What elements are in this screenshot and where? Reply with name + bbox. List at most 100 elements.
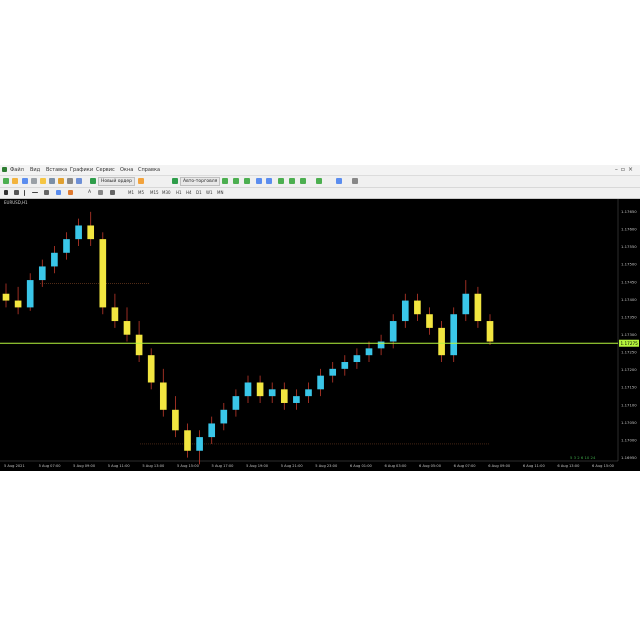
strategy-tester-icon[interactable]: [58, 178, 64, 184]
terminal-icon[interactable]: [49, 178, 55, 184]
bull-candle: [365, 348, 373, 356]
bull-candle: [305, 389, 312, 397]
price-axis-label: 1.17150: [621, 385, 637, 390]
time-axis-label: 6 Aug 03:00: [384, 464, 407, 468]
bear-candle: [135, 334, 143, 356]
menu-file[interactable]: Файл: [10, 166, 24, 174]
bull-candle: [208, 423, 216, 438]
period-icon[interactable]: [336, 178, 342, 184]
time-axis-label: 5 Aug 17:00: [212, 464, 235, 468]
crosshair-icon[interactable]: [14, 190, 19, 195]
horizontal-line-icon[interactable]: [32, 192, 38, 193]
fibonacci-icon[interactable]: [68, 190, 73, 195]
label-tool-icon[interactable]: [98, 190, 103, 195]
chart-background: [0, 199, 640, 471]
menu-charts[interactable]: Графики: [70, 166, 93, 174]
timeframe-h1[interactable]: H1: [176, 190, 182, 196]
bull-candle: [377, 341, 385, 349]
time-axis-label: 5 Aug 21:00: [281, 464, 304, 468]
vertical-line-icon[interactable]: [24, 190, 25, 196]
menu-tools[interactable]: Сервис: [96, 166, 115, 174]
zoom-out-icon[interactable]: [266, 178, 272, 184]
time-axis-label: 6 Aug 15:00: [592, 464, 615, 468]
time-axis-label: 5 Aug 2021: [4, 464, 25, 468]
timeframe-m30[interactable]: M30: [162, 190, 171, 196]
bull-candle: [450, 314, 458, 356]
metaeditor-icon[interactable]: [138, 178, 144, 184]
channel-icon[interactable]: [56, 190, 61, 195]
history-icon[interactable]: [67, 178, 73, 184]
menu-insert[interactable]: Вставка: [46, 166, 67, 174]
line-chart-icon[interactable]: [244, 178, 250, 184]
drawing-toolbar: A M1 M5 M15 M30 H1 H4 D1 W1 MN: [0, 188, 640, 199]
bull-candle: [268, 389, 276, 397]
timeframe-d1[interactable]: D1: [196, 190, 202, 196]
bear-candle: [14, 300, 22, 308]
arrows-icon[interactable]: [110, 190, 115, 195]
bull-candle: [462, 293, 470, 315]
trendline-icon[interactable]: [44, 190, 49, 195]
text-tool-icon[interactable]: A: [88, 189, 91, 196]
autotrading-button[interactable]: Авто-торговля: [180, 177, 221, 186]
time-axis-label: 6 Aug 07:00: [454, 464, 477, 468]
navigator-icon[interactable]: [40, 178, 46, 184]
timeframe-mn[interactable]: MN: [217, 190, 223, 196]
indicators-icon[interactable]: [316, 178, 322, 184]
tile-windows-icon[interactable]: [278, 178, 284, 184]
candlestick-icon[interactable]: [233, 178, 239, 184]
options-icon[interactable]: [76, 178, 82, 184]
bull-candle: [293, 396, 300, 403]
bear-candle: [87, 225, 95, 240]
new-chart-icon[interactable]: [3, 178, 9, 184]
bull-candle: [341, 362, 349, 369]
timeframe-h4[interactable]: H4: [186, 190, 192, 196]
bear-candle: [2, 293, 10, 301]
autotrading-icon[interactable]: [172, 178, 178, 184]
zoom-in-icon[interactable]: [256, 178, 262, 184]
bear-candle: [280, 389, 288, 403]
price-axis-label: 1.17350: [621, 314, 637, 319]
price-axis-label: 1.17400: [621, 297, 637, 302]
bear-candle: [486, 321, 494, 342]
bull-candle: [196, 437, 203, 451]
bear-candle: [111, 307, 119, 322]
market-watch-icon[interactable]: [22, 178, 28, 184]
new-order-button[interactable]: Новый ордер: [98, 177, 136, 186]
time-axis-label: 5 Aug 23:00: [315, 464, 338, 468]
bear-candle: [99, 239, 107, 308]
price-axis-label: 1.17250: [621, 350, 637, 355]
price-axis-label: 1.17300: [621, 332, 637, 337]
menu-help[interactable]: Справка: [138, 166, 160, 174]
timeframe-m1[interactable]: M1: [128, 190, 134, 196]
bull-candle: [63, 239, 70, 253]
bull-candle: [38, 266, 46, 281]
templates-icon[interactable]: [352, 178, 358, 184]
chart-shift-icon[interactable]: [289, 178, 295, 184]
bear-candle: [184, 430, 191, 451]
menu-view[interactable]: Вид: [30, 166, 40, 174]
price-chart[interactable]: 1.17275 1.17650 1.17600 1.17550 1.17500 1.174…: [0, 199, 640, 471]
price-axis-label: 1.17550: [621, 244, 637, 249]
chart-window[interactable]: 1.17275 1.17650 1.17600 1.17550 1.17500 1.174…: [0, 199, 640, 471]
profiles-icon[interactable]: [12, 178, 18, 184]
bear-candle: [474, 293, 482, 322]
bar-chart-icon[interactable]: [222, 178, 228, 184]
timeframe-m5[interactable]: M5: [138, 190, 144, 196]
cursor-icon[interactable]: [4, 190, 8, 195]
data-window-icon[interactable]: [31, 178, 37, 184]
timeframe-w1[interactable]: W1: [206, 190, 213, 196]
standard-toolbar: Новый ордер Авто-торговля: [0, 176, 640, 188]
window-controls[interactable]: –▫×: [615, 166, 636, 173]
bull-candle: [353, 355, 361, 363]
menu-window[interactable]: Окна: [120, 166, 133, 174]
chart-symbol-title: EURUSD,H1: [4, 200, 28, 205]
bear-candle: [172, 409, 179, 431]
timeframe-m15[interactable]: M15: [150, 190, 159, 196]
price-axis-label: 1.17200: [621, 367, 637, 372]
app-icon: [2, 167, 7, 172]
bull-candle: [51, 252, 58, 267]
new-order-icon[interactable]: [90, 178, 96, 184]
time-axis-label: 5 Aug 07:00: [39, 464, 62, 468]
autoscroll-icon[interactable]: [300, 178, 306, 184]
bull-candle: [329, 368, 337, 376]
